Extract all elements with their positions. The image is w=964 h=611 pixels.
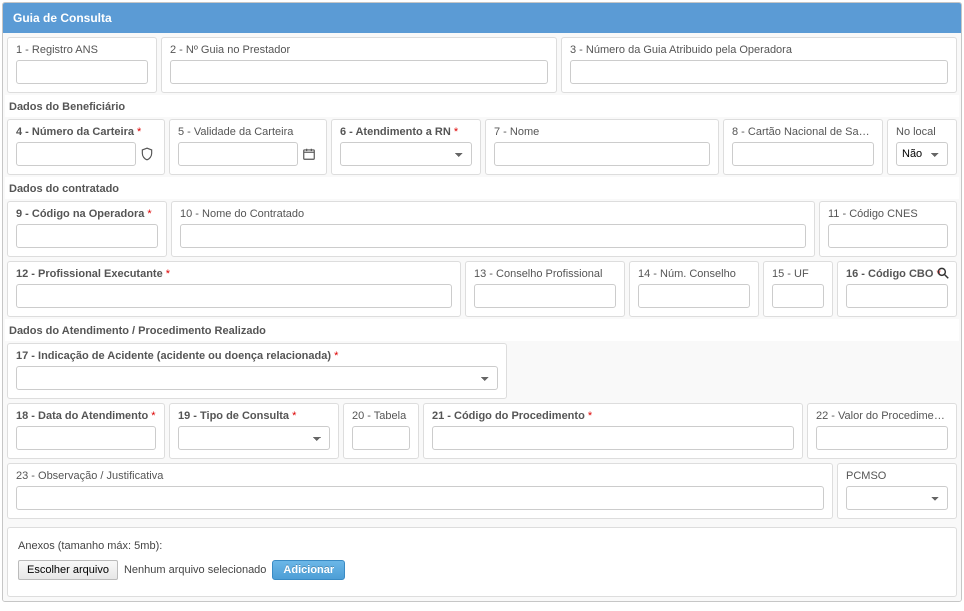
label-valor-procedimento: 22 - Valor do Procedimento: [816, 410, 948, 422]
panel-body: 1 - Registro ANS 2 - Nº Guia no Prestado…: [3, 33, 961, 601]
field-codigo-operadora: 9 - Código na Operadora *: [7, 201, 167, 257]
field-num-conselho: 14 - Núm. Conselho: [629, 261, 759, 317]
input-cns[interactable]: [732, 142, 874, 166]
label-profissional: 12 - Profissional Executante *: [16, 268, 452, 280]
input-profissional[interactable]: [16, 284, 452, 308]
label-indicacao-acidente: 17 - Indicação de Acidente (acidente ou …: [16, 350, 498, 362]
label-guia-prestador: 2 - Nº Guia no Prestador: [170, 44, 548, 56]
section-beneficiario: Dados do Beneficiário: [5, 95, 959, 117]
input-codigo-procedimento[interactable]: [432, 426, 794, 450]
field-valor-procedimento: 22 - Valor do Procedimento: [807, 403, 957, 459]
label-atendimento-rn: 6 - Atendimento a RN *: [340, 126, 472, 138]
label-tabela: 20 - Tabela: [352, 410, 410, 422]
input-num-conselho[interactable]: [638, 284, 750, 308]
field-tipo-consulta: 19 - Tipo de Consulta *: [169, 403, 339, 459]
label-codigo-procedimento: 21 - Código do Procedimento *: [432, 410, 794, 422]
label-validade-carteira: 5 - Validade da Carteira: [178, 126, 318, 138]
input-nome-contratado[interactable]: [180, 224, 806, 248]
section-contratado: Dados do contratado: [5, 177, 959, 199]
row-guia: 1 - Registro ANS 2 - Nº Guia no Prestado…: [5, 35, 959, 95]
anexos-section: Anexos (tamanho máx: 5mb): Escolher arqu…: [7, 527, 957, 597]
field-nome: 7 - Nome: [485, 119, 719, 175]
label-numero-carteira: 4 - Número da Carteira *: [16, 126, 156, 138]
input-uf[interactable]: [772, 284, 824, 308]
field-pcmso: PCMSO: [837, 463, 957, 519]
label-uf: 15 - UF: [772, 268, 824, 280]
field-guia-prestador: 2 - Nº Guia no Prestador: [161, 37, 557, 93]
label-nome: 7 - Nome: [494, 126, 710, 138]
select-atendimento-rn[interactable]: [340, 142, 472, 166]
input-codigo-cbo[interactable]: [846, 284, 948, 308]
field-codigo-cnes: 11 - Código CNES: [819, 201, 957, 257]
label-nome-contratado: 10 - Nome do Contratado: [180, 208, 806, 220]
file-row: Escolher arquivo Nenhum arquivo selecion…: [18, 560, 946, 580]
row-observacao: 23 - Observação / Justificativa PCMSO: [5, 461, 959, 521]
field-indicacao-acidente: 17 - Indicação de Acidente (acidente ou …: [7, 343, 507, 399]
label-tipo-consulta: 19 - Tipo de Consulta *: [178, 410, 330, 422]
field-atendimento-rn: 6 - Atendimento a RN *: [331, 119, 481, 175]
select-indicacao-acidente[interactable]: [16, 366, 498, 390]
select-pcmso[interactable]: [846, 486, 948, 510]
row-acidente: 17 - Indicação de Acidente (acidente ou …: [5, 341, 959, 401]
label-num-conselho: 14 - Núm. Conselho: [638, 268, 750, 280]
field-observacao: 23 - Observação / Justificativa: [7, 463, 833, 519]
input-data-atendimento[interactable]: [16, 426, 156, 450]
anexos-title: Anexos (tamanho máx: 5mb):: [18, 540, 946, 552]
select-tipo-consulta[interactable]: [178, 426, 330, 450]
field-guia-operadora: 3 - Número da Guia Atribuido pela Operad…: [561, 37, 957, 93]
field-numero-carteira: 4 - Número da Carteira *: [7, 119, 165, 175]
field-nome-contratado: 10 - Nome do Contratado: [171, 201, 815, 257]
section-atendimento: Dados do Atendimento / Procedimento Real…: [5, 319, 959, 341]
add-button[interactable]: Adicionar: [272, 560, 345, 580]
shield-icon[interactable]: [138, 143, 156, 165]
select-no-local[interactable]: Não: [896, 142, 948, 166]
label-guia-operadora: 3 - Número da Guia Atribuido pela Operad…: [570, 44, 948, 56]
row-atendimento: 18 - Data do Atendimento * 19 - Tipo de …: [5, 401, 959, 461]
choose-file-button[interactable]: Escolher arquivo: [18, 560, 118, 580]
input-registro-ans[interactable]: [16, 60, 148, 84]
label-data-atendimento: 18 - Data do Atendimento *: [16, 410, 156, 422]
label-conselho: 13 - Conselho Profissional: [474, 268, 616, 280]
input-nome[interactable]: [494, 142, 710, 166]
field-tabela: 20 - Tabela: [343, 403, 419, 459]
label-cns: 8 - Cartão Nacional de Saúde: [732, 126, 874, 138]
row-beneficiario: 4 - Número da Carteira * 5 - Validade da…: [5, 117, 959, 177]
label-registro-ans: 1 - Registro ANS: [16, 44, 148, 56]
input-valor-procedimento[interactable]: [816, 426, 948, 450]
label-codigo-cbo: 16 - Código CBO *: [846, 268, 948, 280]
field-data-atendimento: 18 - Data do Atendimento *: [7, 403, 165, 459]
label-codigo-cnes: 11 - Código CNES: [828, 208, 948, 220]
calendar-icon[interactable]: [300, 143, 318, 165]
field-cns: 8 - Cartão Nacional de Saúde: [723, 119, 883, 175]
label-no-local: No local: [896, 126, 948, 138]
input-codigo-operadora[interactable]: [16, 224, 158, 248]
field-codigo-cbo: 16 - Código CBO *: [837, 261, 957, 317]
input-tabela[interactable]: [352, 426, 410, 450]
field-profissional: 12 - Profissional Executante *: [7, 261, 461, 317]
row-contratado-1: 9 - Código na Operadora * 10 - Nome do C…: [5, 199, 959, 259]
search-icon[interactable]: [936, 266, 950, 283]
label-pcmso: PCMSO: [846, 470, 948, 482]
field-no-local: No local Não: [887, 119, 957, 175]
input-guia-prestador[interactable]: [170, 60, 548, 84]
label-codigo-operadora: 9 - Código na Operadora *: [16, 208, 158, 220]
field-registro-ans: 1 - Registro ANS: [7, 37, 157, 93]
field-conselho: 13 - Conselho Profissional: [465, 261, 625, 317]
row-contratado-2: 12 - Profissional Executante * 13 - Cons…: [5, 259, 959, 319]
file-status: Nenhum arquivo selecionado: [124, 564, 266, 576]
field-validade-carteira: 5 - Validade da Carteira: [169, 119, 327, 175]
input-codigo-cnes[interactable]: [828, 224, 948, 248]
panel-title: Guia de Consulta: [3, 3, 961, 33]
input-conselho[interactable]: [474, 284, 616, 308]
field-uf: 15 - UF: [763, 261, 833, 317]
input-observacao[interactable]: [16, 486, 824, 510]
field-codigo-procedimento: 21 - Código do Procedimento *: [423, 403, 803, 459]
input-numero-carteira[interactable]: [16, 142, 136, 166]
input-guia-operadora[interactable]: [570, 60, 948, 84]
input-validade-carteira[interactable]: [178, 142, 298, 166]
label-observacao: 23 - Observação / Justificativa: [16, 470, 824, 482]
panel-guia-consulta: Guia de Consulta 1 - Registro ANS 2 - Nº…: [2, 2, 962, 602]
